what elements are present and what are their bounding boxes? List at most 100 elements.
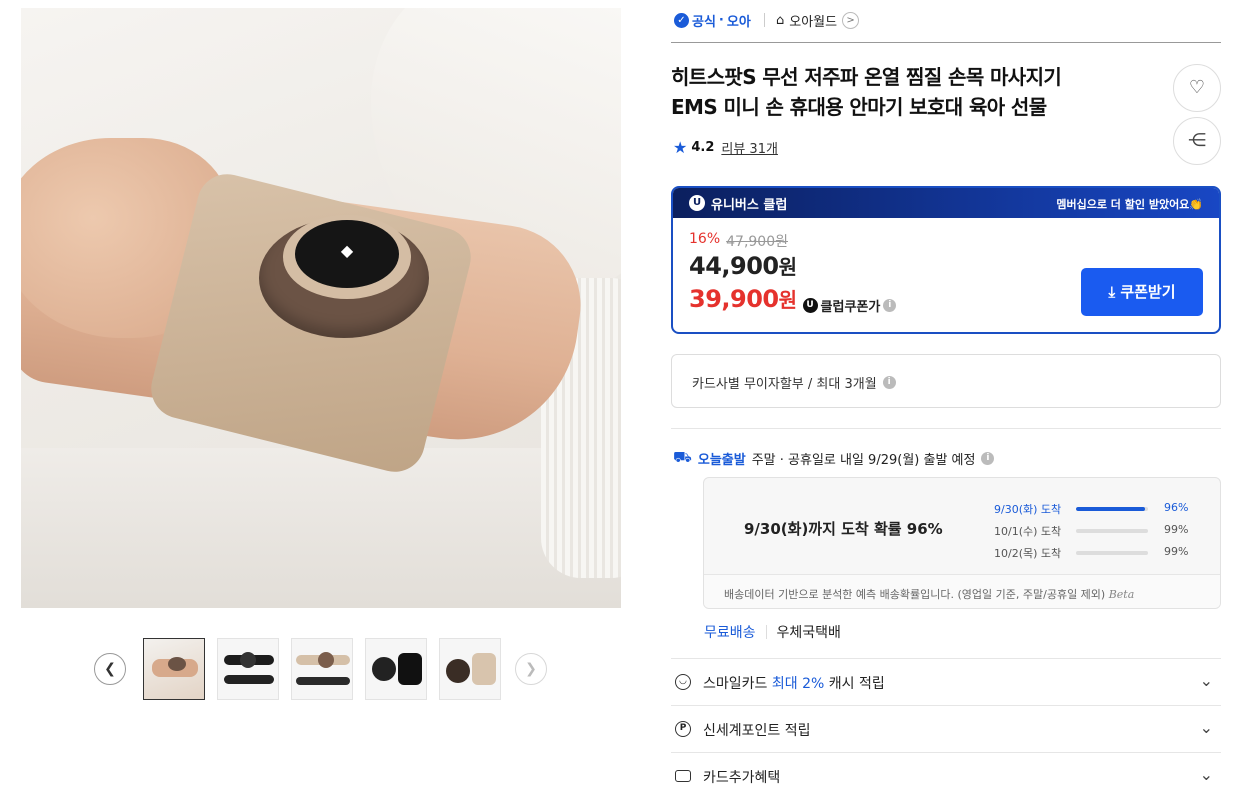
info-icon[interactable]: i xyxy=(883,299,897,312)
download-icon: ⤓ xyxy=(1108,283,1116,301)
get-coupon-button[interactable]: ⤓ 쿠폰받기 xyxy=(1081,268,1203,316)
device-logo-icon: ◆ xyxy=(340,241,354,260)
probability-day: 9/30(화) 도착 xyxy=(994,503,1062,516)
sale-price: 44,900원 xyxy=(689,251,797,280)
section-divider xyxy=(671,428,1221,429)
probability-day: 10/2(목) 도착 xyxy=(994,547,1062,560)
card-icon xyxy=(675,770,691,782)
beta-label: Beta xyxy=(1108,588,1135,601)
smilecard-highlight: 최대 2% xyxy=(771,676,825,692)
thumbnail-1[interactable] xyxy=(143,638,205,700)
official-label: 공식 xyxy=(692,15,716,30)
dispatch-schedule-text: 주말 · 공휴일로 내일 9/29(월) 출발 예정 xyxy=(751,452,976,468)
star-icon: ★ xyxy=(673,138,688,157)
store-divider xyxy=(764,13,765,27)
shipping-info: 무료배송 우체국택배 xyxy=(704,622,841,642)
smilecard-label: 스마일카드 최대 2% 캐시 적립 xyxy=(703,673,885,693)
club-price-value: 39,900 xyxy=(689,285,779,313)
store-world-label: 오아월드 xyxy=(789,15,838,30)
probability-row: 10/2(목) 도착 99% xyxy=(994,542,1204,564)
product-title: 히트스팟S 무선 저주파 온열 찜질 손목 마사지기 EMS 미니 손 휴대용 … xyxy=(671,62,1141,122)
installment-info[interactable]: 카드사별 무이자할부 / 최대 3개월 i xyxy=(671,354,1221,408)
universe-club-logo-icon: U xyxy=(689,195,705,211)
installment-text: 카드사별 무이자할부 / 최대 3개월 xyxy=(692,377,877,392)
chevron-right-icon[interactable]: ❯ xyxy=(515,653,547,685)
badge-dot: · xyxy=(718,13,724,28)
benefit-shinsegae[interactable]: P 신세계포인트 적립 ⌄ xyxy=(671,705,1221,751)
arrival-headline: 9/30(화)까지 도착 확률 96% xyxy=(744,520,943,538)
arrival-probability-list: 9/30(화) 도착 96% 10/1(수) 도착 99% 10/2(목) 도착 99% xyxy=(994,498,1204,564)
chevron-down-icon: ⌄ xyxy=(1199,718,1213,737)
image-bed xyxy=(21,448,621,608)
product-info-panel: ✓ 공식 · 오아 ⌂ 오아월드 > 히트스팟S 무선 저주파 온열 찜질 손목… xyxy=(671,0,1221,791)
point-icon: P xyxy=(675,721,691,737)
chevron-down-icon: ⌄ xyxy=(1199,765,1213,784)
chevron-right-icon: > xyxy=(842,12,860,29)
benefit-card-extra[interactable]: 카드추가혜택 ⌄ xyxy=(671,752,1221,791)
probability-note-text: 배송데이터 기반으로 분석한 예측 배송확률입니다. (영업일 기준, 주말/공… xyxy=(724,588,1106,601)
probability-row: 9/30(화) 도착 96% xyxy=(994,498,1204,520)
rating-score: 4.2 xyxy=(691,140,715,155)
club-price: 39,900원 U 클럽쿠폰가 i xyxy=(689,284,897,315)
product-title-line1: 히트스팟S 무선 저주파 온열 찜질 손목 마사지기 xyxy=(671,65,1062,89)
info-icon[interactable]: i xyxy=(981,451,995,465)
probability-day: 10/1(수) 도착 xyxy=(994,525,1062,538)
probability-bar xyxy=(1076,507,1148,511)
sale-price-value: 44,900 xyxy=(689,252,779,280)
probability-bar-fill xyxy=(1076,507,1146,511)
discount-row: 16% 47,900원 xyxy=(689,231,788,251)
club-header: U 유니버스 클럽 멤버십으로 더 할인 받았어요👏 xyxy=(673,188,1219,218)
carrier-name: 우체국택배 xyxy=(776,625,841,641)
benefit-smilecard[interactable]: ◡ 스마일카드 최대 2% 캐시 적립 ⌄ xyxy=(671,658,1221,704)
probability-note: 배송데이터 기반으로 분석한 예측 배송확률입니다. (영업일 기준, 주말/공… xyxy=(704,574,1220,608)
probability-row: 10/1(수) 도착 99% xyxy=(994,520,1204,542)
delivery-schedule: ⛟ 오늘출발 주말 · 공휴일로 내일 9/29(월) 출발 예정 i xyxy=(673,448,995,468)
get-coupon-label: 쿠폰받기 xyxy=(1120,283,1176,301)
probability-value: 99% xyxy=(1164,523,1189,536)
home-icon: ⌂ xyxy=(776,13,785,28)
probability-bar xyxy=(1076,551,1148,555)
club-price-box: U 유니버스 클럽 멤버십으로 더 할인 받았어요👏 16% 47,900원 4… xyxy=(671,186,1221,334)
sale-price-unit: 원 xyxy=(778,255,797,279)
smile-card-icon: ◡ xyxy=(675,674,691,690)
member-message: 멤버십으로 더 할인 받았어요👏 xyxy=(1056,198,1203,211)
shipping-divider xyxy=(765,625,767,639)
share-icon: ⋲ xyxy=(1188,130,1206,151)
thumbnail-strip: ❮ ❯ xyxy=(94,638,550,700)
wishlist-button[interactable]: ♡ xyxy=(1173,64,1221,112)
smilecard-prefix: 스마일카드 xyxy=(703,676,768,692)
truck-icon: ⛟ xyxy=(673,448,692,466)
club-coupon-text: 클럽쿠폰가 xyxy=(820,300,881,315)
store-name: 오아 xyxy=(726,15,751,30)
main-product-image: ◆ xyxy=(21,8,621,608)
thumbnail-4[interactable] xyxy=(365,638,427,700)
thumbnail-2[interactable] xyxy=(217,638,279,700)
review-count-link[interactable]: 리뷰 31개 xyxy=(721,138,778,157)
probability-bar xyxy=(1076,529,1148,533)
probability-value: 96% xyxy=(1164,501,1189,514)
chevron-left-icon[interactable]: ❮ xyxy=(94,653,126,685)
original-price: 47,900원 xyxy=(726,234,788,250)
share-button[interactable]: ⋲ xyxy=(1173,117,1221,165)
club-name: 유니버스 클럽 xyxy=(711,198,788,213)
heart-icon: ♡ xyxy=(1188,77,1206,98)
discount-percent: 16% xyxy=(689,231,721,247)
thumbnail-5[interactable] xyxy=(439,638,501,700)
info-icon[interactable]: i xyxy=(882,376,896,389)
rating-summary: ★ 4.2 리뷰 31개 xyxy=(673,138,778,157)
card-extra-label: 카드추가혜택 xyxy=(703,770,781,786)
probability-value: 99% xyxy=(1164,545,1189,558)
arrival-probability-box: 9/30(화)까지 도착 확률 96% 9/30(화) 도착 96% 10/1(수)… xyxy=(703,477,1221,609)
thumbnail-3[interactable] xyxy=(291,638,353,700)
store-bar: ✓ 공식 · 오아 ⌂ 오아월드 > xyxy=(671,8,1221,43)
club-price-unit: 원 xyxy=(778,288,797,312)
official-store-badge[interactable]: ✓ 공식 · 오아 xyxy=(674,11,751,30)
today-dispatch-label: 오늘출발 xyxy=(697,452,746,468)
chevron-down-icon: ⌄ xyxy=(1199,671,1213,690)
club-coupon-label: U 클럽쿠폰가 i xyxy=(802,296,897,315)
smilecard-suffix: 캐시 적립 xyxy=(828,676,885,692)
shinsegae-label: 신세계포인트 적립 xyxy=(703,723,811,739)
club-u-icon: U xyxy=(802,298,818,313)
store-world-link[interactable]: ⌂ 오아월드 > xyxy=(776,11,860,30)
product-title-line2: EMS 미니 손 휴대용 안마기 보호대 육아 선물 xyxy=(671,95,1047,119)
